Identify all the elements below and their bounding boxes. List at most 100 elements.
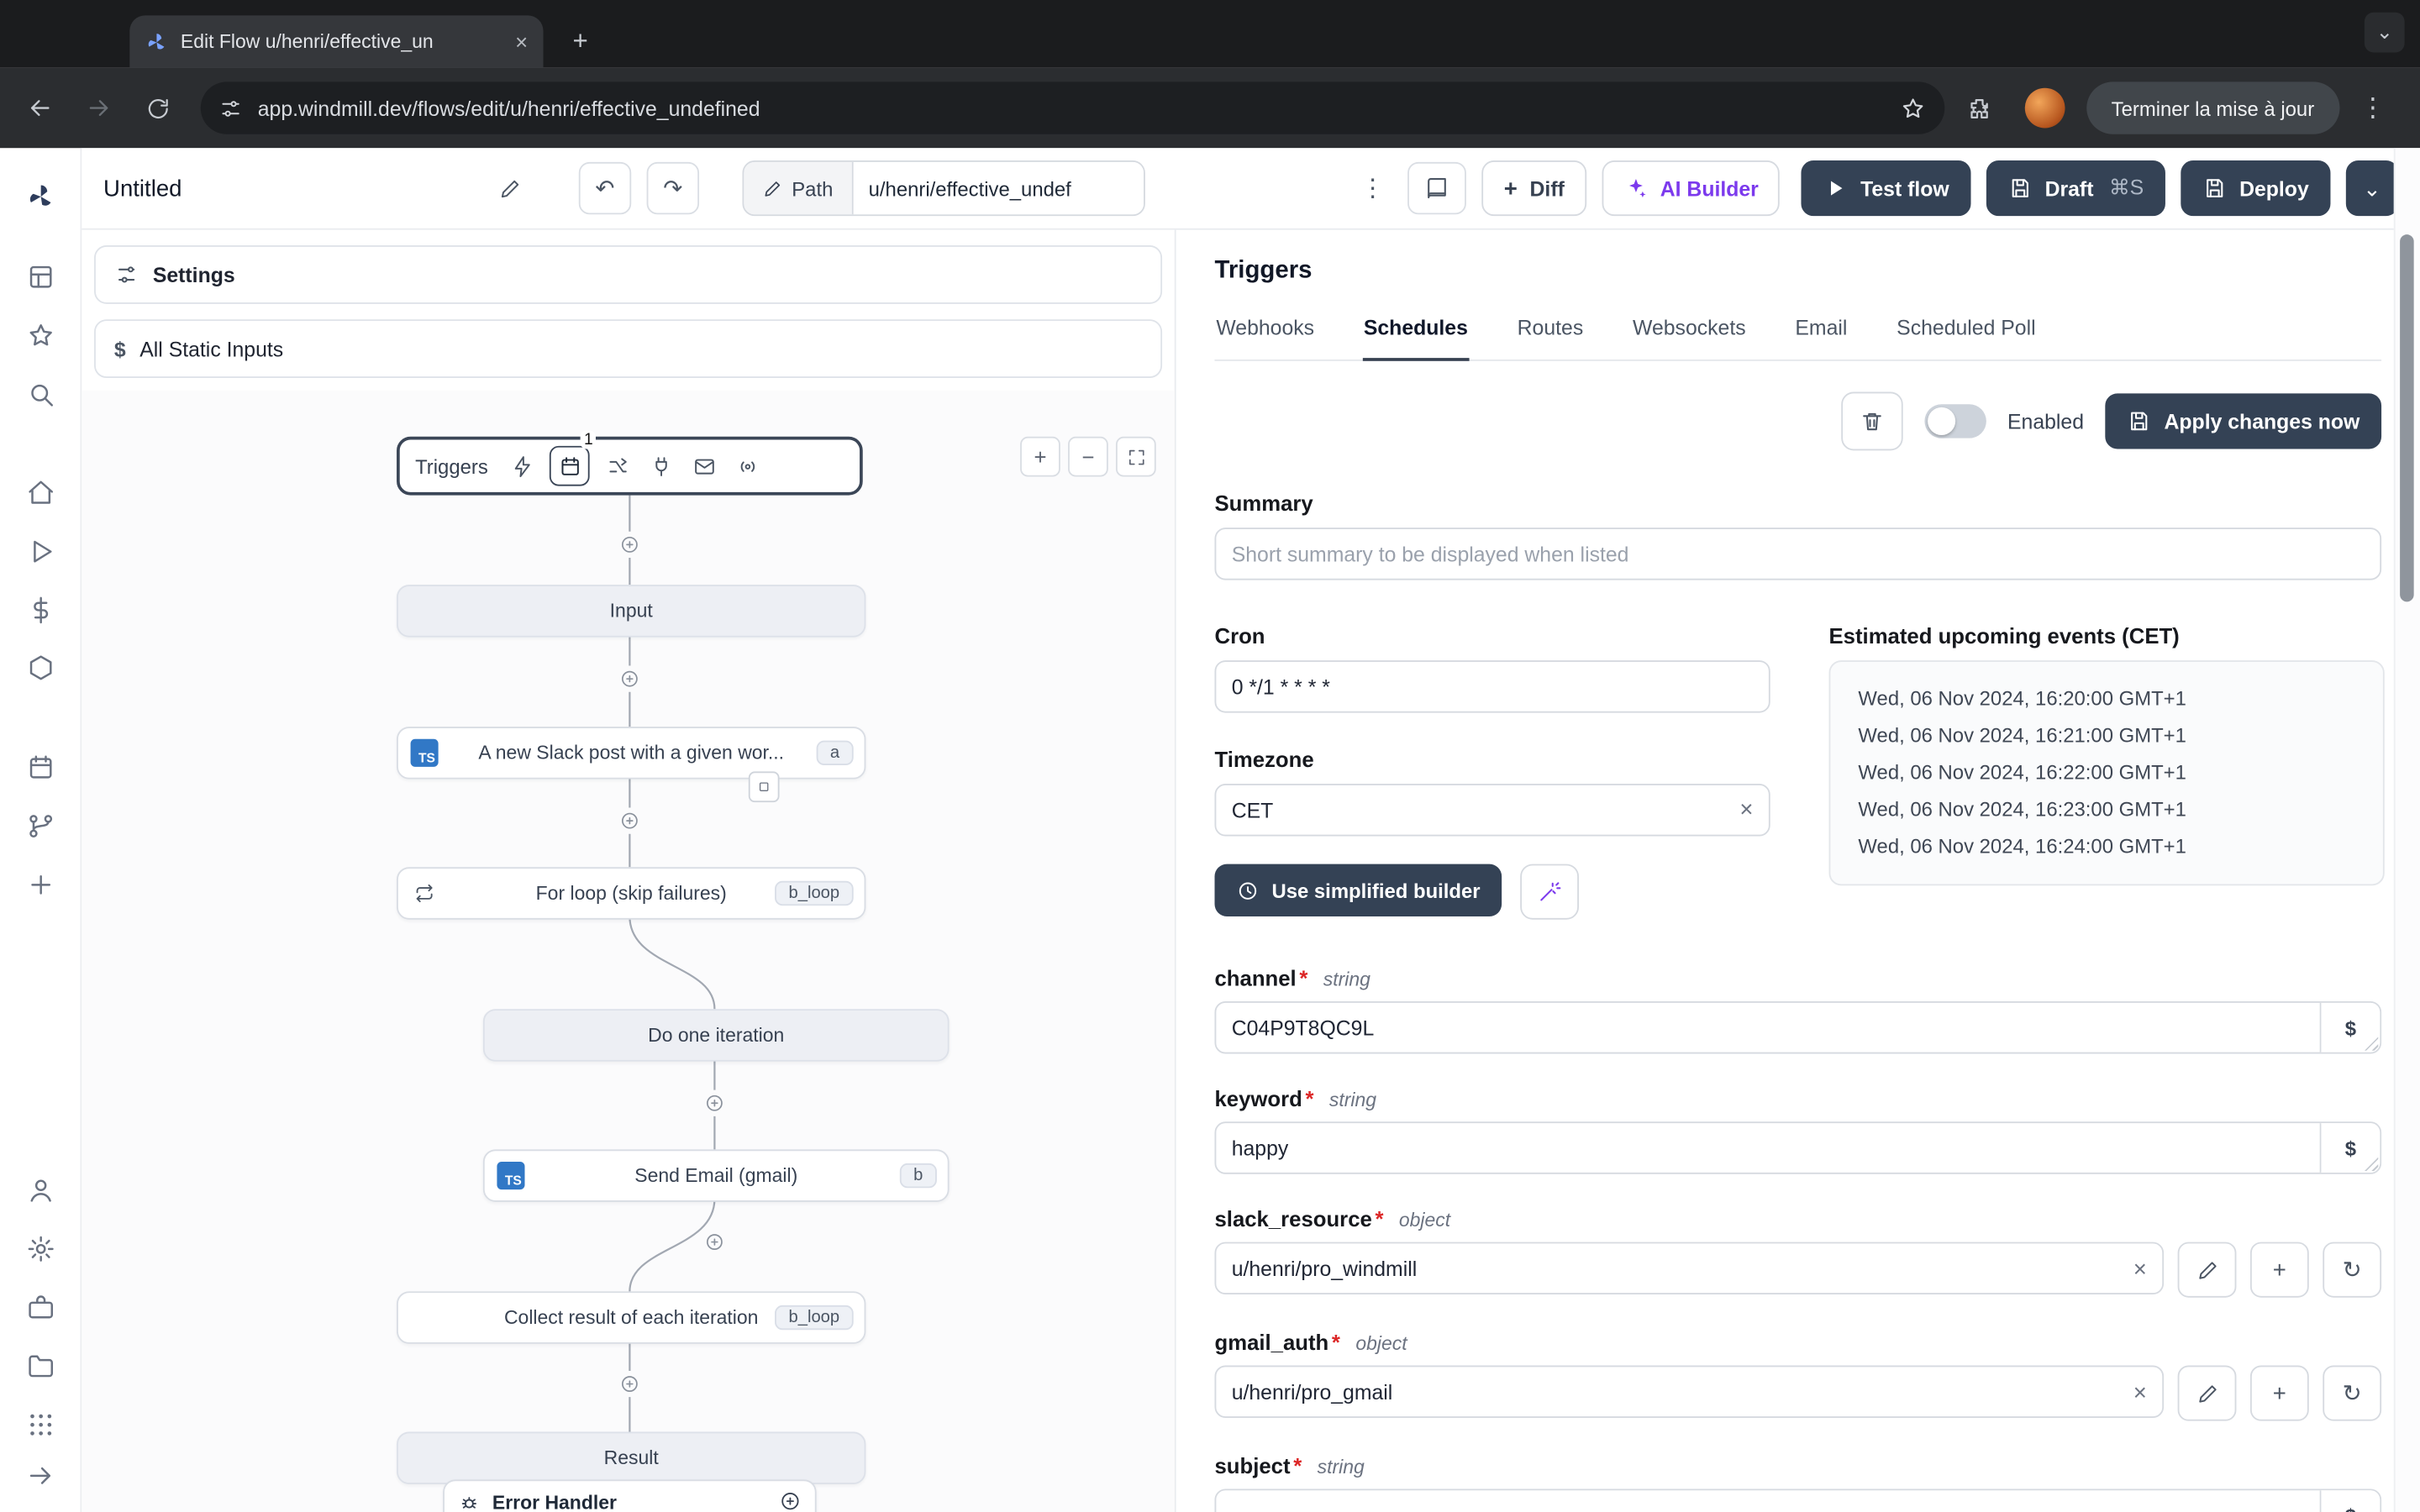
all-static-inputs-row[interactable]: $ All Static Inputs — [94, 319, 1163, 378]
summary-input[interactable] — [1214, 528, 2382, 580]
docs-book-button[interactable] — [1407, 161, 1467, 215]
path-label-segment[interactable]: Path — [744, 161, 854, 215]
tab-close-icon[interactable]: × — [515, 29, 528, 54]
add-resource-button[interactable]: + — [2249, 1365, 2309, 1421]
sidebar-settings-gear-icon[interactable] — [13, 1219, 68, 1278]
browser-tab[interactable]: Edit Flow u/henri/effective_un × — [129, 15, 544, 68]
diff-button[interactable]: + Diff — [1482, 160, 1586, 217]
schedule-trigger-icon[interactable]: 1 — [550, 430, 597, 486]
site-settings-icon[interactable] — [219, 97, 243, 120]
insert-step-button[interactable] — [616, 665, 643, 692]
tab-scheduled-poll[interactable]: Scheduled Poll — [1895, 317, 2037, 360]
clear-timezone-icon[interactable]: × — [1739, 797, 1753, 823]
redo-button[interactable]: ↷ — [646, 161, 700, 215]
subject-input[interactable] — [1214, 1488, 2382, 1512]
refresh-resource-button[interactable]: ↻ — [2323, 1242, 2382, 1298]
windmill-logo-icon[interactable] — [13, 166, 68, 225]
simplified-builder-button[interactable]: Use simplified builder — [1214, 864, 1502, 917]
sidebar-runs-icon[interactable] — [13, 247, 68, 306]
sidebar-workspace-icon[interactable] — [13, 1278, 68, 1336]
channel-input[interactable] — [1214, 1001, 2382, 1054]
timezone-input[interactable] — [1214, 784, 1770, 837]
sidebar-folders-icon[interactable] — [13, 1336, 68, 1395]
insert-step-button[interactable] — [616, 531, 643, 558]
refresh-resource-button[interactable]: ↻ — [2323, 1365, 2382, 1421]
tab-websockets[interactable]: Websockets — [1631, 317, 1747, 360]
browser-menu-icon[interactable]: ⋮ — [2349, 83, 2398, 133]
gmail-auth-input[interactable] — [1214, 1365, 2165, 1418]
draft-button[interactable]: Draft ⌘S — [1986, 160, 2165, 217]
poll-trigger-icon[interactable] — [732, 450, 763, 481]
route-trigger-icon[interactable] — [602, 450, 634, 481]
insert-step-button[interactable] — [616, 1370, 643, 1398]
error-handler-node[interactable]: Error Handler — [443, 1479, 817, 1512]
clear-resource-icon[interactable]: × — [2133, 1380, 2147, 1406]
email-trigger-icon[interactable] — [689, 450, 720, 481]
sidebar-flows-icon[interactable] — [13, 796, 68, 855]
flow-title[interactable]: Untitled — [103, 175, 474, 201]
insert-step-button[interactable] — [616, 807, 643, 834]
websocket-trigger-icon[interactable] — [645, 450, 676, 481]
back-button[interactable] — [15, 83, 65, 133]
error-handler-add-icon[interactable] — [780, 1489, 802, 1512]
extensions-icon[interactable] — [1954, 83, 2003, 133]
reload-button[interactable] — [133, 83, 182, 133]
slack-step-node[interactable]: TS A new Slack post with a given wor... … — [397, 727, 866, 780]
sidebar-variables-icon[interactable] — [13, 580, 68, 639]
do-one-iteration-node[interactable]: Do one iteration — [482, 1009, 950, 1062]
bookmark-star-icon[interactable] — [1900, 95, 1926, 121]
sidebar-runs-play-icon[interactable] — [13, 522, 68, 580]
deploy-button[interactable]: Deploy — [2181, 160, 2331, 217]
new-tab-button[interactable]: + — [559, 20, 602, 63]
add-resource-button[interactable]: + — [2249, 1242, 2309, 1298]
collect-result-node[interactable]: Collect result of each iteration b_loop — [397, 1291, 866, 1344]
enabled-toggle[interactable] — [1923, 404, 1986, 438]
step-asset-button[interactable] — [748, 771, 780, 803]
edit-resource-button[interactable] — [2177, 1242, 2237, 1298]
sidebar-add-icon[interactable] — [13, 855, 68, 914]
edit-resource-button[interactable] — [2177, 1365, 2237, 1421]
browser-update-button[interactable]: Terminer la mise à jour — [2086, 81, 2339, 134]
settings-row[interactable]: Settings — [94, 245, 1163, 304]
url-bar[interactable]: app.windmill.dev/flows/edit/u/henri/effe… — [200, 81, 1945, 134]
insert-step-button[interactable] — [701, 1089, 729, 1116]
zoom-out-button[interactable]: − — [1068, 436, 1108, 477]
apply-changes-button[interactable]: Apply changes now — [2105, 393, 2382, 449]
slack-resource-input[interactable] — [1214, 1242, 2165, 1295]
sidebar-favorites-icon[interactable] — [13, 306, 68, 365]
edit-title-pencil-icon[interactable] — [489, 165, 529, 212]
path-input[interactable] — [853, 161, 1144, 215]
deploy-dropdown-button[interactable]: ⌄ — [2345, 160, 2399, 217]
sidebar-resources-icon[interactable] — [13, 638, 68, 697]
fit-view-button[interactable] — [1115, 436, 1156, 477]
page-scrollbar[interactable] — [2393, 148, 2420, 1512]
insert-step-button[interactable] — [701, 1228, 729, 1256]
send-email-node[interactable]: TS Send Email (gmail) b — [482, 1149, 950, 1202]
test-flow-button[interactable]: Test flow — [1802, 160, 1971, 217]
tab-routes[interactable]: Routes — [1516, 317, 1585, 360]
sidebar-schedules-icon[interactable] — [13, 738, 68, 796]
cron-input[interactable] — [1214, 660, 1770, 713]
sidebar-user-icon[interactable] — [13, 1160, 68, 1219]
forward-button[interactable] — [74, 83, 124, 133]
keyword-input[interactable] — [1214, 1121, 2382, 1174]
input-node[interactable]: Input — [397, 585, 866, 638]
zoom-in-button[interactable]: + — [1020, 436, 1060, 477]
scrollbar-thumb[interactable] — [2400, 234, 2414, 602]
flow-graph-canvas[interactable]: Triggers 1 + − Input TS A new Slack post… — [82, 390, 1175, 1512]
ai-builder-button[interactable]: AI Builder — [1601, 160, 1781, 217]
sidebar-expand-icon[interactable] — [13, 1453, 68, 1496]
tab-search-icon[interactable]: ⌄ — [2364, 12, 2405, 53]
clear-resource-icon[interactable]: × — [2133, 1257, 2147, 1283]
sidebar-apps-grid-icon[interactable] — [13, 1394, 68, 1453]
tab-email[interactable]: Email — [1794, 317, 1849, 360]
tab-schedules[interactable]: Schedules — [1362, 317, 1470, 361]
sidebar-search-icon[interactable] — [13, 364, 68, 423]
triggers-node[interactable]: Triggers 1 — [397, 430, 863, 496]
dollar-expr-button[interactable]: $ — [2319, 1490, 2381, 1512]
profile-avatar[interactable] — [2024, 87, 2065, 129]
tab-webhooks[interactable]: Webhooks — [1215, 317, 1316, 360]
delete-schedule-button[interactable] — [1840, 391, 1903, 451]
result-node[interactable]: Result — [397, 1431, 866, 1484]
undo-button[interactable]: ↶ — [578, 161, 632, 215]
